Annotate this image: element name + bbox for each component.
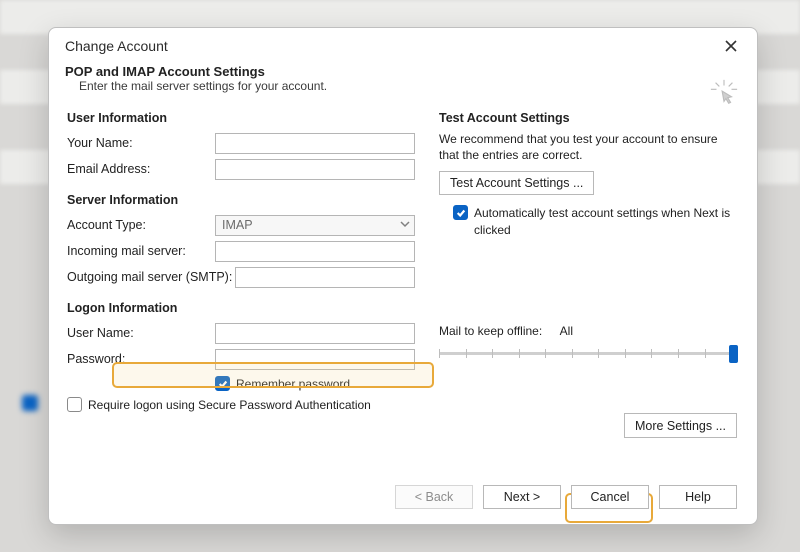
mail-offline-slider[interactable] — [439, 344, 734, 366]
right-column: Test Account Settings We recommend that … — [439, 111, 739, 412]
logon-information-heading: Logon Information — [67, 301, 415, 315]
auto-test-label: Automatically test account settings when… — [474, 205, 739, 237]
account-type-select: IMAP — [215, 215, 415, 236]
test-account-settings-button[interactable]: Test Account Settings ... — [439, 171, 594, 195]
titlebar: Change Account — [49, 28, 757, 60]
remember-password-checkbox[interactable] — [215, 376, 230, 391]
spa-label: Require logon using Secure Password Auth… — [88, 398, 371, 412]
checkmark-icon — [456, 208, 466, 218]
account-type-label: Account Type: — [67, 218, 215, 232]
password-field[interactable] — [215, 349, 415, 370]
username-label: User Name: — [67, 326, 215, 340]
close-icon — [725, 40, 737, 52]
mail-offline-label: Mail to keep offline: — [439, 324, 557, 338]
remember-password-label: Remember password — [236, 377, 350, 391]
mail-offline-value: All — [560, 324, 573, 338]
change-account-dialog: Change Account POP and IMAP Account Sett… — [48, 27, 758, 525]
left-column: User Information Your Name: Email Addres… — [67, 111, 415, 412]
checkmark-icon — [218, 379, 228, 389]
dialog-title: Change Account — [65, 38, 168, 54]
username-field[interactable] — [215, 323, 415, 344]
spa-checkbox[interactable] — [67, 397, 82, 412]
auto-test-checkbox[interactable] — [453, 205, 468, 220]
incoming-server-field[interactable] — [215, 241, 415, 262]
dialog-subheading: Enter the mail server settings for your … — [65, 79, 741, 93]
next-button[interactable]: Next > — [483, 485, 561, 509]
close-button[interactable] — [717, 34, 745, 58]
help-button[interactable]: Help — [659, 485, 737, 509]
dialog-subheader: POP and IMAP Account Settings Enter the … — [49, 60, 757, 93]
dialog-footer: < Back Next > Cancel Help — [49, 470, 757, 524]
test-account-description: We recommend that you test your account … — [439, 131, 739, 163]
email-address-label: Email Address: — [67, 162, 215, 176]
cancel-button[interactable]: Cancel — [571, 485, 649, 509]
outgoing-server-label: Outgoing mail server (SMTP): — [67, 270, 235, 284]
chevron-down-icon — [400, 218, 410, 232]
user-information-heading: User Information — [67, 111, 415, 125]
server-information-heading: Server Information — [67, 193, 415, 207]
slider-thumb[interactable] — [729, 345, 738, 363]
dialog-heading: POP and IMAP Account Settings — [65, 64, 741, 79]
sparkle-cursor-icon — [709, 78, 739, 111]
slider-ticks — [439, 349, 734, 358]
back-button: < Back — [395, 485, 473, 509]
incoming-server-label: Incoming mail server: — [67, 244, 215, 258]
email-address-field[interactable] — [215, 159, 415, 180]
password-label: Password: — [67, 352, 215, 366]
your-name-label: Your Name: — [67, 136, 215, 150]
more-settings-button[interactable]: More Settings ... — [624, 413, 737, 438]
your-name-field[interactable] — [215, 133, 415, 154]
test-account-heading: Test Account Settings — [439, 111, 739, 125]
account-type-value: IMAP — [222, 218, 253, 232]
outgoing-server-field[interactable] — [235, 267, 415, 288]
